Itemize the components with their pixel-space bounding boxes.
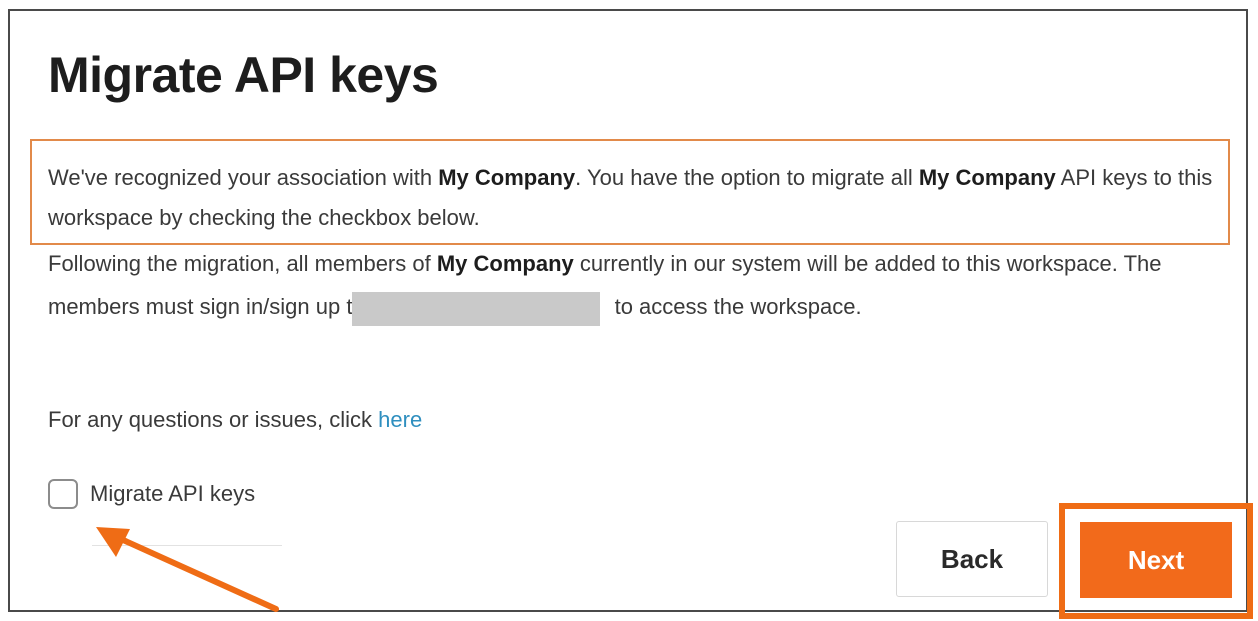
help-line: For any questions or issues, click here (48, 405, 422, 435)
company-name: My Company (918, 165, 1056, 190)
company-name: My Company (436, 251, 574, 276)
migrate-api-keys-checkbox[interactable] (48, 479, 78, 509)
next-button[interactable]: Next (1080, 522, 1232, 598)
migration-details-text: Following the migration, all members of … (48, 242, 1228, 328)
migrate-dialog: Migrate API keys We've recognized your a… (8, 9, 1253, 619)
help-link[interactable]: here (378, 407, 422, 432)
details-text-part-1: Following the migration, all members of (48, 251, 437, 276)
company-name: My Company (438, 165, 576, 190)
details-text-part-3: to access the workspace. (608, 294, 862, 319)
migrate-api-keys-label[interactable]: Migrate API keys (90, 481, 255, 507)
intro-text-part-2: . You have the option to migrate all (575, 165, 919, 190)
intro-text: We've recognized your association with M… (48, 158, 1228, 238)
migrate-checkbox-row[interactable]: Migrate API keys (48, 479, 255, 509)
page-title: Migrate API keys (48, 47, 439, 103)
redacted-block (352, 292, 601, 327)
help-text: For any questions or issues, click (48, 407, 379, 432)
back-button[interactable]: Back (896, 521, 1048, 597)
arrow-pointing-to-checkbox-icon (96, 527, 279, 612)
intro-text-part-1: We've recognized your association with (48, 165, 439, 190)
